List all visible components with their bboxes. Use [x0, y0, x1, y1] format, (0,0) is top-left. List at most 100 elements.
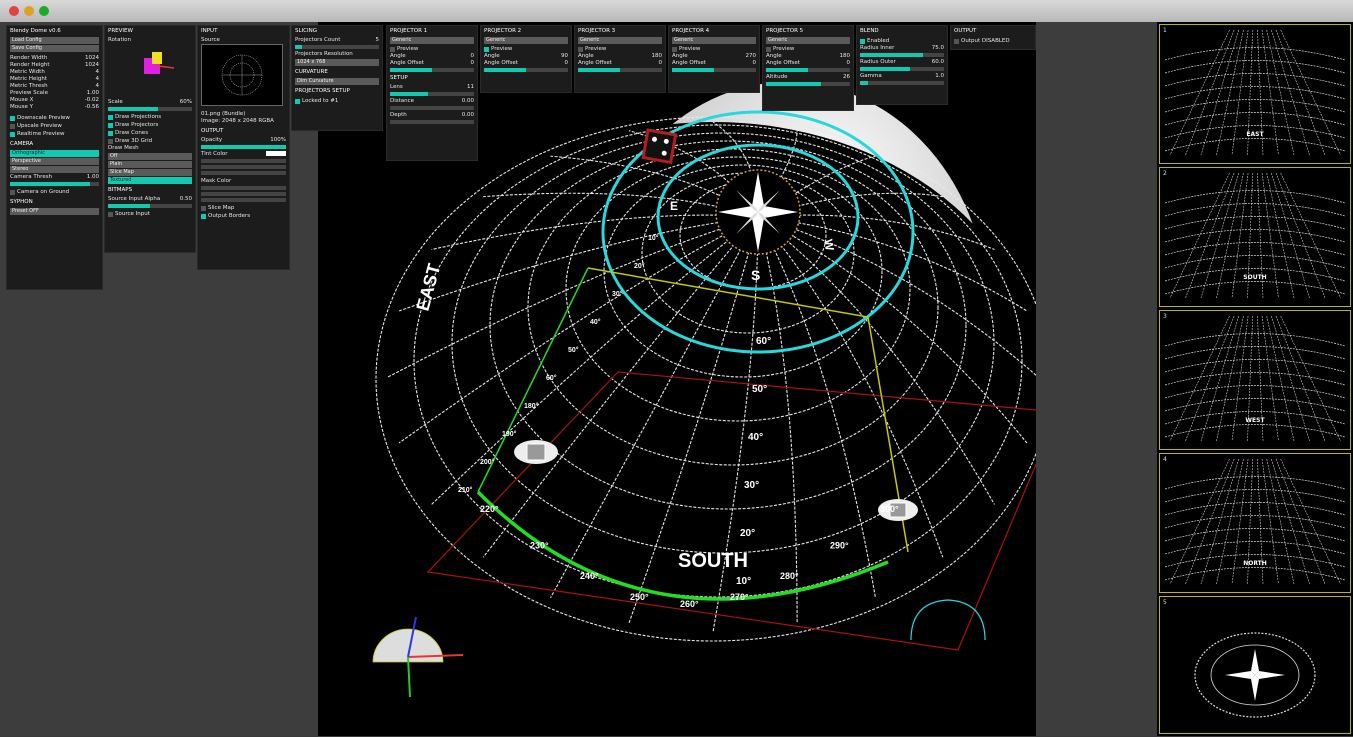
rotation-cube-widget[interactable]	[108, 44, 194, 96]
projector-3-preview-checkbox[interactable]: Preview	[578, 45, 662, 53]
projector-output-tile-2[interactable]: 2 SOUTH	[1159, 167, 1351, 307]
output-borders-checkbox[interactable]: Output Borders	[201, 212, 286, 220]
lens-slider[interactable]	[390, 92, 474, 96]
projector-output-tile-3[interactable]: 3 WEST	[1159, 310, 1351, 450]
projector-3-offset-slider[interactable]	[578, 68, 662, 72]
projector-1-offset-slider[interactable]	[390, 68, 474, 72]
side-azimuth-label: 200°	[480, 458, 495, 466]
minimize-button[interactable]	[24, 6, 34, 16]
small-dome-outline	[910, 599, 986, 641]
projector-1-preset[interactable]: Generic	[390, 37, 474, 44]
save-config-button[interactable]: Save Config	[10, 45, 99, 52]
input-image-line: Image: 2048 x 2048 RGBA	[201, 118, 274, 124]
distance-slider[interactable]	[390, 106, 474, 110]
tint-color-swatch[interactable]	[266, 151, 286, 156]
tile-grid-line	[1164, 424, 1346, 438]
camera-on-ground-checkbox[interactable]: Camera on Ground	[10, 188, 99, 196]
camera-orthographic-option[interactable]: Orthographic	[10, 150, 99, 157]
metric-thresh-row[interactable]: Metric Thresh 4	[10, 83, 99, 90]
projector-3-panel: PROJECTOR 3 Generic Preview Angle 180 Ang…	[574, 25, 666, 93]
projector-1-panel: PROJECTOR 1 Generic Preview Angle 0 Angle…	[386, 25, 478, 161]
gamma-slider[interactable]	[860, 81, 944, 85]
draw-3d-grid-checkbox[interactable]: Draw 3D Grid	[108, 137, 192, 145]
close-button[interactable]	[9, 6, 19, 16]
tile-2-grid	[1164, 172, 1346, 299]
projector-2-preview-checkbox[interactable]: Preview	[484, 45, 568, 53]
projector-output-tile-5[interactable]: 5	[1159, 596, 1351, 734]
draw-projections-checkbox[interactable]: Draw Projections	[108, 113, 192, 121]
tile-grid-line	[1164, 229, 1346, 243]
mesh-slice-map-option[interactable]: Slice Map	[108, 169, 192, 176]
mesh-textured-option[interactable]: Textured	[108, 177, 192, 184]
blend-panel: BLEND Enabled Radius Inner 75.0 Radius Ou…	[856, 25, 948, 105]
radius-inner-slider[interactable]	[860, 53, 944, 57]
projectors-count-slider[interactable]	[295, 45, 379, 49]
radius-outer-slider[interactable]	[860, 67, 944, 71]
output-disabled-checkbox[interactable]: Output DISABLED	[954, 37, 1032, 45]
slicing-panel-title: SLICING	[295, 28, 318, 34]
draw-cones-checkbox[interactable]: Draw Cones	[108, 129, 192, 137]
projector-output-tile-4[interactable]: 4 NORTH	[1159, 453, 1351, 593]
syphon-section-title: SYPHON	[10, 199, 33, 205]
projector-5-preset[interactable]: Generic	[766, 37, 850, 44]
projector-1-offset-row: Angle Offset 0	[390, 60, 474, 66]
mesh-off-option[interactable]: Off	[108, 153, 192, 160]
tint-g-slider[interactable]	[201, 165, 286, 169]
realtime-preview-checkbox[interactable]: Realtime Preview	[10, 130, 99, 138]
tile-3-grid	[1164, 315, 1346, 442]
projector-2-preset[interactable]: Generic	[484, 37, 568, 44]
dome-label-s: S	[751, 267, 760, 283]
camera-perspective-option[interactable]: Perspective	[10, 158, 99, 165]
projector-5-preview-checkbox[interactable]: Preview	[766, 45, 850, 53]
projector-4-offset-slider[interactable]	[672, 68, 756, 72]
mouse-x-row: Mouse X -0.02	[10, 97, 99, 103]
render-width-row[interactable]: Render Width 1024	[10, 55, 99, 62]
projector-1-preview-checkbox[interactable]: Preview	[390, 45, 474, 53]
tile-grid-line	[1164, 372, 1346, 386]
projector-2-offset-slider[interactable]	[484, 68, 568, 72]
preview-panel: PREVIEW Rotation Scale 60% Draw Projectio…	[104, 25, 196, 253]
mouse-y-row: Mouse Y -0.56	[10, 104, 99, 110]
camera-thresh-slider[interactable]	[10, 182, 99, 186]
downscale-preview-checkbox[interactable]: Downscale Preview	[10, 114, 99, 122]
zoom-button[interactable]	[39, 6, 49, 16]
projector-4-preview-checkbox[interactable]: Preview	[672, 45, 756, 53]
upscale-preview-checkbox[interactable]: Upscale Preview	[10, 122, 99, 130]
load-config-button[interactable]: Load Config	[10, 37, 99, 44]
projector-3-preset[interactable]: Generic	[578, 37, 662, 44]
source-input-checkbox[interactable]: Source Input	[108, 210, 192, 218]
mask-g-slider[interactable]	[201, 192, 286, 196]
projector-4-preset[interactable]: Generic	[672, 37, 756, 44]
preview-scale-row[interactable]: Preview Scale 1.00	[10, 90, 99, 97]
source-thumbnail[interactable]	[201, 44, 283, 106]
scale-slider[interactable]	[108, 107, 192, 111]
metric-width-row[interactable]: Metric Width 4	[10, 69, 99, 76]
render-height-row[interactable]: Render Height 1024	[10, 62, 99, 69]
locked-checkbox[interactable]: Locked to #1	[295, 97, 379, 105]
tint-b-slider[interactable]	[201, 171, 286, 175]
blend-enabled-checkbox[interactable]: Enabled	[860, 37, 944, 45]
syphon-preset-button[interactable]: Preset OFF	[10, 208, 99, 215]
mesh-plain-option[interactable]: Plain	[108, 161, 192, 168]
camera-stereo-option[interactable]: Stereo	[10, 166, 99, 173]
projectors-resolution-dropdown[interactable]: 1024 x 768	[295, 59, 379, 66]
side-azimuth-label: 190°	[502, 430, 517, 438]
tint-color-row[interactable]: Tint Color	[201, 151, 286, 158]
slicing-panel: SLICING Projectors Count 5 Projectors Res…	[291, 25, 383, 131]
projector-5-altitude-slider[interactable]	[766, 82, 850, 86]
side-azimuth-label: 40°	[590, 318, 601, 326]
metric-height-row[interactable]: Metric Height 4	[10, 76, 99, 83]
mask-b-slider[interactable]	[201, 198, 286, 202]
opacity-slider[interactable]	[201, 145, 286, 149]
draw-projectors-checkbox[interactable]: Draw Projectors	[108, 121, 192, 129]
slice-map-checkbox[interactable]: Slice Map	[201, 204, 286, 212]
projector-5-offset-slider[interactable]	[766, 68, 850, 72]
azimuth-label: 220°	[480, 504, 499, 514]
output-panel: OUTPUT Output DISABLED	[950, 25, 1036, 50]
tint-r-slider[interactable]	[201, 159, 286, 163]
source-alpha-slider[interactable]	[108, 204, 192, 208]
projector-output-tile-1[interactable]: 1 EAST	[1159, 24, 1351, 164]
mask-r-slider[interactable]	[201, 186, 286, 190]
depth-slider[interactable]	[390, 120, 474, 124]
curvature-button[interactable]: Dim Curvature	[295, 78, 379, 85]
